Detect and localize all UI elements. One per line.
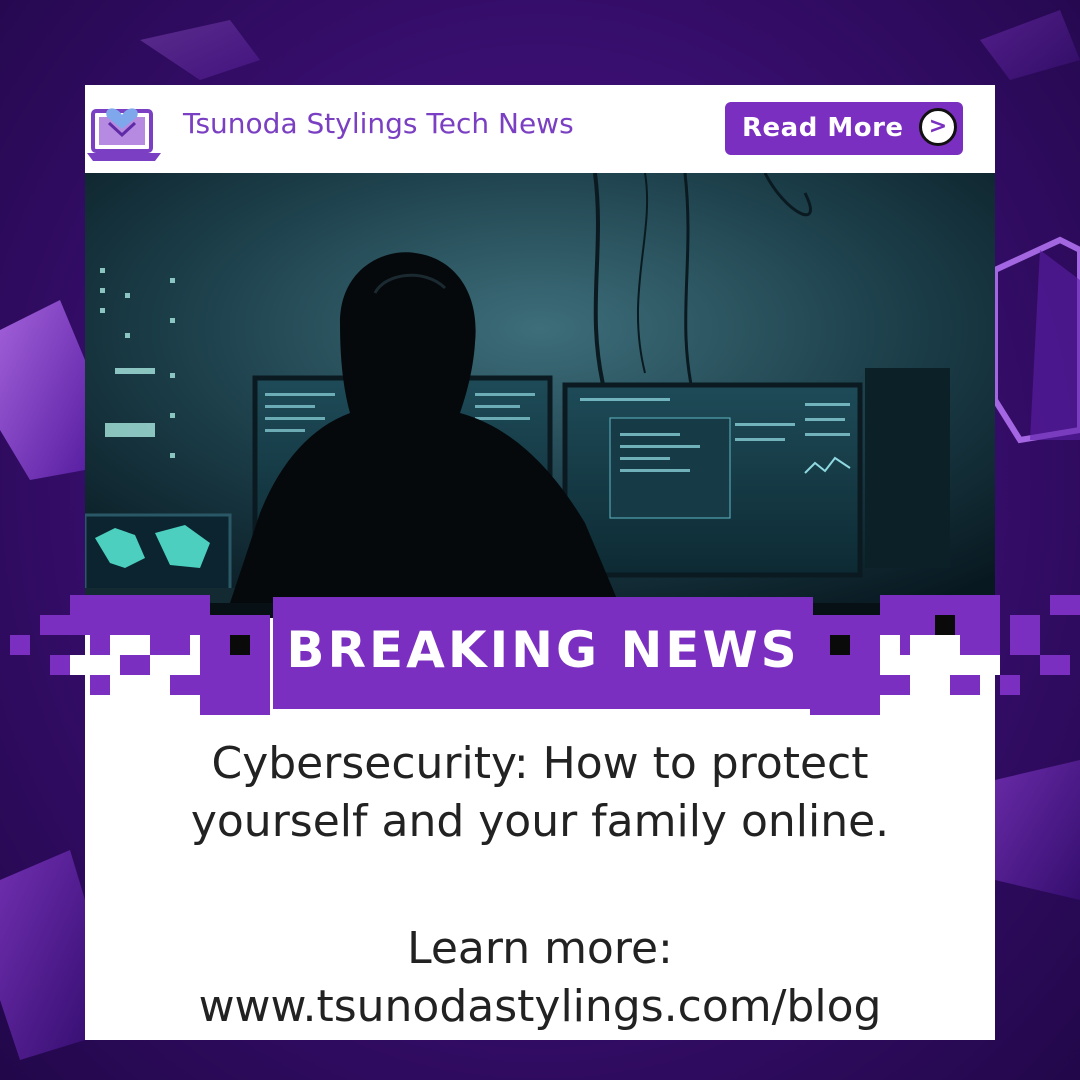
blog-link[interactable]: www.tsunodastylings.com/blog xyxy=(85,978,995,1036)
brand-name: Tsunoda Stylings Tech News xyxy=(183,107,574,140)
hacker-photo xyxy=(85,173,995,618)
breaking-news-banner: BREAKING NEWS xyxy=(273,597,813,709)
news-card: Tsunoda Stylings Tech News Read More > B… xyxy=(10,85,1080,1040)
read-more-label: Read More xyxy=(742,113,904,143)
learn-more: Learn more: www.tsunodastylings.com/blog xyxy=(85,920,995,1036)
chevron-right-icon: > xyxy=(919,108,957,146)
headline: Cybersecurity: How to protect yourself a… xyxy=(85,735,995,851)
breaking-news-label: BREAKING NEWS xyxy=(286,621,800,679)
card-header: Tsunoda Stylings Tech News Read More > xyxy=(85,85,995,173)
headline-line-2: yourself and your family online. xyxy=(190,796,890,847)
headline-line-1: Cybersecurity: How to protect xyxy=(211,738,869,789)
learn-more-label: Learn more: xyxy=(407,923,673,974)
read-more-button[interactable]: Read More > xyxy=(725,102,963,155)
laptop-heart-icon xyxy=(87,108,161,161)
